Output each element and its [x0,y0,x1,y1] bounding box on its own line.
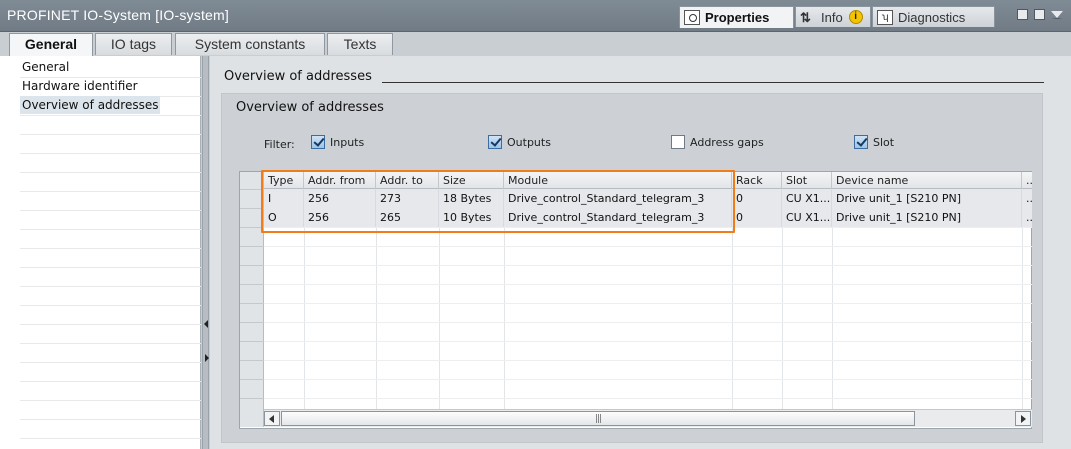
chevron-down-icon[interactable] [1051,11,1063,19]
tab-diagnostics-label: Diagnostics [898,9,966,25]
highlight-box [261,170,735,233]
info-icon: i [848,10,863,24]
nav-item-hardware-identifier[interactable]: Hardware identifier [20,77,140,95]
addresses-group: Overview of addresses Filter: Inputs Out… [221,93,1043,443]
cell-more: ... [1026,211,1032,224]
property-navigation: General Hardware identifier Overview of … [0,56,201,449]
subtab-strip: General IO tags System constants Texts [0,32,1071,57]
cell-slot: CU X1... [782,189,832,208]
tab-system-constants[interactable]: System constants [175,33,325,55]
column-header-rack[interactable]: Rack [732,172,782,189]
checkbox-checked-icon [488,135,502,149]
properties-icon [684,10,700,25]
filter-outputs-checkbox[interactable]: Outputs [488,135,551,149]
tab-properties[interactable]: Properties [679,6,794,28]
properties-content: Overview of addresses Overview of addres… [210,56,1071,449]
checkbox-checked-icon [854,135,868,149]
nav-item-general[interactable]: General [20,58,71,76]
horizontal-scrollbar[interactable] [264,409,1032,427]
checkbox-unchecked-icon [671,135,685,149]
tab-info[interactable]: ⇅ Info i [795,6,871,27]
tab-properties-label: Properties [705,10,770,25]
float-window-icon[interactable] [1017,9,1028,20]
panel-splitter[interactable] [202,56,209,449]
column-header-more[interactable]: ... [1022,172,1032,189]
cell-slot: CU X1... [782,208,832,227]
tab-texts[interactable]: Texts [327,33,393,55]
nav-item-overview-of-addresses[interactable]: Overview of addresses [20,96,161,114]
filter-inputs-checkbox[interactable]: Inputs [311,135,364,149]
filter-label: Filter: [264,138,295,151]
filter-inputs-label: Inputs [330,135,365,149]
info-arrows-icon: ⇅ [800,9,811,25]
section-divider [382,82,1044,83]
tab-general[interactable]: General [9,33,93,57]
cell-rack: 0 [732,208,782,227]
section-title: Overview of addresses [224,69,372,84]
group-title: Overview of addresses [236,100,384,115]
filter-address-gaps-label: Address gaps [690,135,764,149]
scrollbar-thumb[interactable] [281,411,915,426]
diagnostics-icon: ʮ [877,9,893,25]
collapse-left-icon[interactable] [204,320,208,328]
cell-device-name: Drive unit_1 [S210 PN] [832,189,1022,208]
expand-right-icon[interactable] [205,354,209,362]
column-header-slot[interactable]: Slot [782,172,832,189]
filter-slot-checkbox[interactable]: Slot [854,135,894,149]
scroll-right-icon[interactable] [1015,411,1031,426]
tab-diagnostics[interactable]: ʮ Diagnostics [872,6,995,27]
window-controls [1017,9,1063,20]
filter-address-gaps-checkbox[interactable]: Address gaps [671,135,764,149]
column-header-device-name[interactable]: Device name [832,172,1022,189]
filter-outputs-label: Outputs [507,135,551,149]
cell-device-name: Drive unit_1 [S210 PN] [832,208,1022,227]
cell-rack: 0 [732,189,782,208]
tab-io-tags[interactable]: IO tags [95,33,172,55]
tab-info-label: Info [821,9,843,25]
scroll-left-icon[interactable] [264,411,280,426]
checkbox-checked-icon [311,135,325,149]
maximize-window-icon[interactable] [1034,9,1045,20]
cell-more: ... [1026,192,1032,205]
inspector-title-bar: PROFINET IO-System [IO-system] Propertie… [0,0,1071,32]
window-title: PROFINET IO-System [IO-system] [7,7,229,23]
filter-slot-label: Slot [873,135,895,149]
